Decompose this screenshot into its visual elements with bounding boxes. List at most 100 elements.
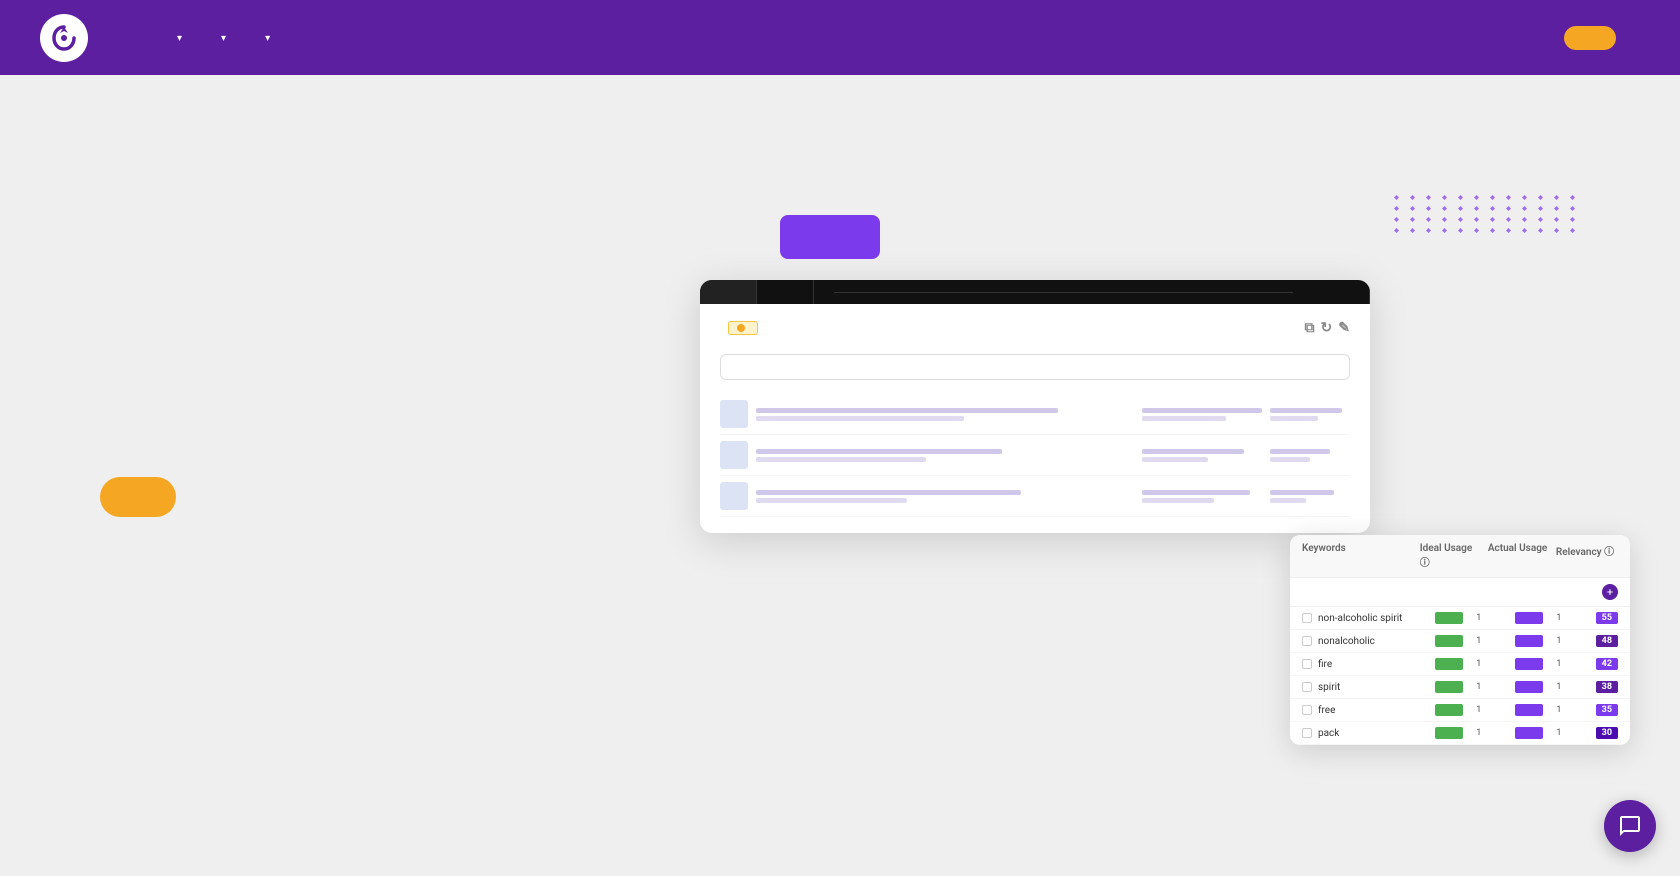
- nav-see-a-demo[interactable]: [358, 30, 386, 46]
- nav-why-smartscout[interactable]: ▾: [158, 24, 196, 52]
- actual-value: 1: [1543, 682, 1561, 692]
- login-button[interactable]: [1632, 30, 1640, 46]
- keyword-checkbox[interactable]: [1302, 636, 1312, 646]
- chevron-down-icon: ▾: [221, 33, 226, 44]
- edit-icon[interactable]: ✎: [1338, 320, 1350, 336]
- field-action-icons: ⧉ ↻ ✎: [1305, 320, 1350, 336]
- listing-rows: [720, 394, 1350, 517]
- kw-col-ideal: Ideal Usage ⓘ: [1420, 543, 1482, 569]
- ideal-value: 1: [1463, 659, 1481, 669]
- add-keyword-icon[interactable]: +: [1602, 584, 1618, 600]
- ideal-bar: [1435, 727, 1463, 739]
- tab-aim[interactable]: [700, 280, 757, 304]
- actual-bar: [1515, 681, 1543, 693]
- listing-text-field[interactable]: [720, 354, 1350, 380]
- free-trial-button[interactable]: [1564, 26, 1616, 50]
- keyword-name: spirit: [1318, 682, 1429, 693]
- keyword-row: fire 1 1 42: [1290, 653, 1630, 676]
- ideal-bar: [1435, 658, 1463, 670]
- keyword-checkbox[interactable]: [1302, 705, 1312, 715]
- relevancy-score: 42: [1596, 658, 1618, 670]
- ideal-value: 1: [1463, 682, 1481, 692]
- keyword-name: fire: [1318, 659, 1429, 670]
- hero-section: // Generate dots via JS const dp = docum…: [0, 75, 1680, 875]
- ideal-value: 1: [1463, 613, 1481, 623]
- tab-title[interactable]: [1313, 280, 1370, 304]
- row-thumbnail: [720, 482, 748, 510]
- chevron-down-icon: ▾: [177, 33, 182, 44]
- actual-bar: [1515, 704, 1543, 716]
- add-keyword-row[interactable]: +: [1290, 578, 1630, 607]
- table-row: [720, 435, 1350, 476]
- nav-features[interactable]: ▾: [202, 24, 240, 52]
- card-tabs-header: [700, 280, 1370, 304]
- actual-bar-container: 1: [1515, 704, 1589, 716]
- table-row: [720, 476, 1350, 517]
- actual-bar: [1515, 727, 1543, 739]
- chat-widget-button[interactable]: [1604, 800, 1656, 852]
- cta-button[interactable]: [100, 477, 176, 517]
- relevancy-score: 35: [1596, 704, 1618, 716]
- row-bars: [756, 408, 1134, 421]
- row-bars: [756, 490, 1134, 503]
- ideal-value: 1: [1463, 705, 1481, 715]
- refresh-icon[interactable]: ↻: [1321, 320, 1333, 336]
- table-row: [720, 394, 1350, 435]
- relevancy-score: 48: [1596, 635, 1618, 647]
- ideal-value: 1: [1463, 636, 1481, 646]
- actual-bar-container: 1: [1515, 658, 1589, 670]
- actual-bar: [1515, 658, 1543, 670]
- hero-left: [100, 433, 700, 517]
- product-listing-card: [780, 215, 880, 259]
- kw-col-actual: Actual Usage: [1488, 543, 1550, 569]
- keywords-header: Keywords Ideal Usage ⓘ Actual Usage Rele…: [1290, 535, 1630, 578]
- ideal-bar: [1435, 681, 1463, 693]
- actual-bar-container: 1: [1515, 727, 1589, 739]
- keyword-row: pack 1 1 30: [1290, 722, 1630, 745]
- actual-value: 1: [1543, 613, 1561, 623]
- keyword-checkbox[interactable]: [1302, 728, 1312, 738]
- copy-icon[interactable]: ⧉: [1305, 320, 1315, 336]
- nav-right: [1564, 26, 1640, 50]
- ideal-bar-container: 1: [1435, 681, 1509, 693]
- chevron-down-icon: ▾: [265, 33, 270, 44]
- relevancy-score: 55: [1596, 612, 1618, 624]
- ideal-bar-container: 1: [1435, 612, 1509, 624]
- logo[interactable]: [40, 14, 98, 62]
- actual-bar: [1515, 635, 1543, 647]
- nav-resources[interactable]: ▾: [246, 24, 284, 52]
- hero-mockup: // Generate dots via JS const dp = docum…: [700, 185, 1600, 765]
- actual-bar-container: 1: [1515, 681, 1589, 693]
- actual-value: 1: [1543, 636, 1561, 646]
- actual-bar-container: 1: [1515, 635, 1589, 647]
- relevancy-score: 30: [1596, 727, 1618, 739]
- keyword-row: nonalcoholic 1 1 48: [1290, 630, 1630, 653]
- logo-icon: [40, 14, 88, 62]
- actual-value: 1: [1543, 659, 1561, 669]
- keyword-row: free 1 1 35: [1290, 699, 1630, 722]
- keyword-row: non-alcoholic spirit 1 1 55: [1290, 607, 1630, 630]
- keyword-checkbox[interactable]: [1302, 659, 1312, 669]
- ideal-value: 1: [1463, 728, 1481, 738]
- nav-pricing[interactable]: [324, 30, 352, 46]
- kw-col-relevancy: Relevancy ⓘ: [1556, 543, 1618, 569]
- ideal-bar-container: 1: [1435, 635, 1509, 647]
- keyword-name: free: [1318, 705, 1429, 716]
- keywords-panel: Keywords Ideal Usage ⓘ Actual Usage Rele…: [1290, 535, 1630, 745]
- relevancy-score: 38: [1596, 681, 1618, 693]
- ideal-bar-container: 1: [1435, 704, 1509, 716]
- actual-bar-container: 1: [1515, 612, 1589, 624]
- keyword-name: non-alcoholic spirit: [1318, 613, 1429, 624]
- keyword-name: pack: [1318, 728, 1429, 739]
- keyword-checkbox[interactable]: [1302, 613, 1312, 623]
- ideal-bar-container: 1: [1435, 658, 1509, 670]
- row-thumbnail: [720, 441, 748, 469]
- kw-col-keywords: Keywords: [1302, 543, 1414, 569]
- main-interface-card: ⧉ ↻ ✎: [700, 280, 1370, 533]
- field-label-row: ⧉ ↻ ✎: [720, 320, 1350, 336]
- keyword-checkbox[interactable]: [1302, 682, 1312, 692]
- ideal-bar: [1435, 704, 1463, 716]
- tab-listing-name[interactable]: [757, 280, 814, 304]
- nav-seller-map[interactable]: [290, 30, 318, 46]
- card-body: ⧉ ↻ ✎: [700, 304, 1370, 533]
